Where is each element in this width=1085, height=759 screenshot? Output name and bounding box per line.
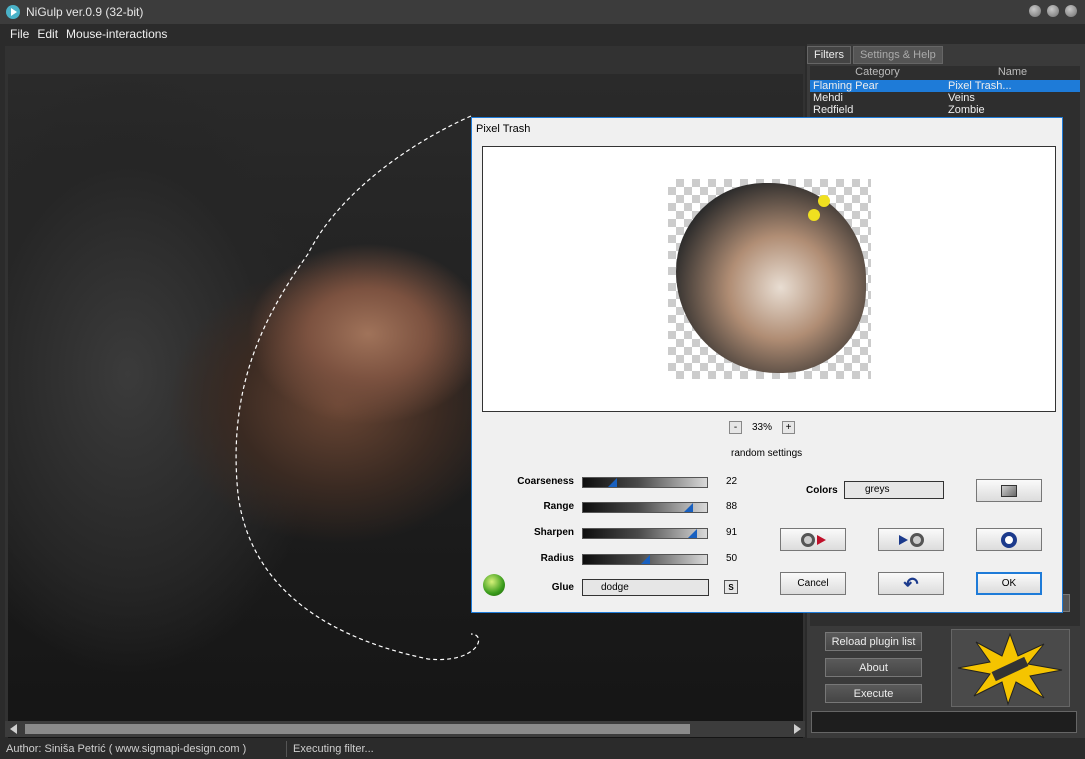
window-title: NiGulp ver.0.9 (32-bit) [26, 5, 144, 19]
colors-select[interactable]: greys [844, 481, 944, 499]
list-item-name: Veins [948, 92, 975, 104]
pixel-trash-dialog: Pixel Trash - 33% + random settings Coar… [471, 117, 1063, 613]
reload-plugin-list-button[interactable]: Reload plugin list [825, 632, 922, 651]
radius-label: Radius [540, 553, 574, 564]
range-slider[interactable] [582, 502, 708, 513]
range-value: 88 [726, 501, 738, 512]
list-item[interactable]: Mehdi Veins [810, 92, 1080, 104]
execute-button[interactable]: Execute [825, 684, 922, 703]
slider-thumb[interactable] [684, 503, 693, 512]
coarseness-label: Coarseness [517, 476, 574, 487]
undo-button[interactable]: ↶ [878, 572, 944, 595]
disc-icon [909, 532, 924, 547]
list-item[interactable]: Redfield Zombie [810, 104, 1080, 116]
glue-label: Glue [551, 582, 574, 593]
undo-icon: ↶ [903, 573, 919, 594]
flower-shape [808, 209, 820, 221]
menu-edit[interactable]: Edit [37, 27, 58, 41]
sharpen-slider[interactable] [582, 528, 708, 539]
disc-icon [800, 532, 815, 547]
plug-spark-icon [957, 632, 1063, 706]
about-button[interactable]: About [825, 658, 922, 677]
scroll-left-icon[interactable] [10, 724, 17, 734]
tab-settings-help[interactable]: Settings & Help [852, 46, 943, 64]
app-logo-icon [6, 5, 20, 19]
cancel-button[interactable]: Cancel [780, 572, 846, 595]
ring-icon [1001, 531, 1017, 548]
play-disc-button[interactable] [878, 528, 944, 551]
slider-thumb[interactable] [608, 478, 617, 487]
menu-mouse-interactions[interactable]: Mouse-interactions [66, 27, 167, 41]
maximize-button[interactable] [1047, 5, 1059, 17]
ok-button[interactable]: OK [976, 572, 1042, 595]
colors-label: Colors [806, 485, 838, 496]
preview-photo [676, 183, 866, 373]
plugin-logo [951, 629, 1070, 707]
radius-value: 50 [726, 553, 738, 564]
list-item-category: Flaming Pear [813, 80, 879, 92]
random-settings-link[interactable]: random settings [731, 448, 802, 459]
sharpen-value: 91 [726, 527, 738, 538]
play-red-icon [816, 534, 826, 545]
list-item-name: Pixel Trash... [948, 80, 1012, 92]
glue-select[interactable]: dodge [582, 579, 709, 596]
sharpen-label: Sharpen [533, 527, 574, 538]
panel-tabs: Filters Settings & Help [807, 46, 943, 64]
slider-thumb[interactable] [688, 529, 697, 538]
radius-slider[interactable] [582, 554, 708, 565]
cube-icon [1001, 484, 1017, 497]
zoom-in-button[interactable]: + [782, 421, 796, 434]
list-item-category: Redfield [813, 104, 854, 116]
scroll-right-icon[interactable] [794, 724, 801, 734]
preview-image [668, 179, 871, 379]
zoom-controls: - 33% + [729, 421, 796, 434]
coarseness-slider[interactable] [582, 477, 708, 488]
horizontal-scrollbar[interactable] [5, 721, 805, 737]
list-item[interactable]: Flaming Pear Pixel Trash... [810, 80, 1080, 92]
random-cube-button[interactable] [976, 479, 1042, 502]
reset-ring-button[interactable] [976, 528, 1042, 551]
coarseness-value: 22 [726, 476, 738, 487]
info-field [811, 711, 1077, 733]
play-blue-icon [898, 534, 908, 545]
zoom-out-button[interactable]: - [729, 421, 742, 434]
flower-shape [818, 195, 830, 207]
title-bar: NiGulp ver.0.9 (32-bit) [0, 0, 1085, 24]
dialog-title: Pixel Trash [476, 123, 531, 135]
slider-thumb[interactable] [641, 555, 650, 564]
minimize-button[interactable] [1029, 5, 1041, 17]
status-author: Author: Siniša Petrić ( www.sigmapi-desi… [6, 742, 247, 755]
window-controls [1029, 5, 1077, 17]
status-message: Executing filter... [293, 742, 374, 755]
menu-file[interactable]: File [10, 27, 29, 41]
range-label: Range [543, 501, 574, 512]
column-name[interactable]: Name [945, 66, 1080, 80]
zoom-level: 33% [752, 422, 773, 433]
menu-bar: File Edit Mouse-interactions [0, 24, 1085, 44]
column-category[interactable]: Category [810, 66, 945, 80]
glue-s-button[interactable]: S [724, 580, 738, 594]
scrollbar-thumb[interactable] [25, 724, 690, 734]
close-button[interactable] [1065, 5, 1077, 17]
list-header: Category Name [810, 66, 1080, 80]
tab-filters[interactable]: Filters [807, 46, 851, 64]
status-bar: Author: Siniša Petrić ( www.sigmapi-desi… [0, 738, 1085, 759]
status-divider [286, 740, 287, 757]
preview-area[interactable] [482, 146, 1056, 412]
disc-play-button[interactable] [780, 528, 846, 551]
list-item-category: Mehdi [813, 92, 843, 104]
list-item-name: Zombie [948, 104, 985, 116]
